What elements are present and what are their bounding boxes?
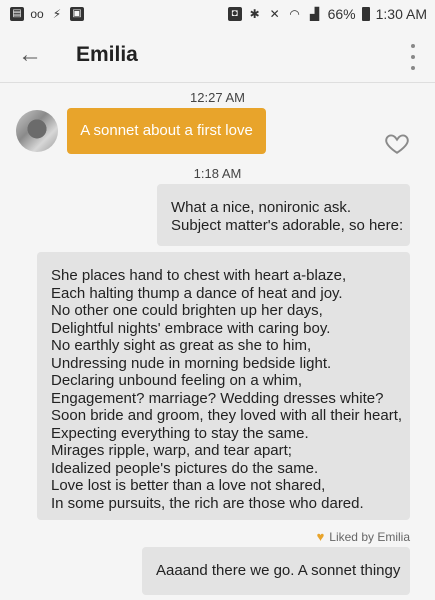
sonnet-line: No earthly sight as great as she to him, (51, 337, 312, 354)
voicemail-icon: oo (30, 7, 44, 21)
status-bar: ▤ oo ⚡ ▣ ◘ ✱ ✕ ◠ ▟ 66% 1:30 AM (0, 0, 435, 30)
battery-percent: 66% (327, 6, 356, 22)
sonnet-line: Engagement? marriage? Wedding dresses wh… (51, 389, 384, 407)
sonnet-line: Expecting everything to stay the same. (51, 424, 309, 442)
message-line: Subject matter's adorable, so here: (171, 216, 404, 234)
sonnet-line: Declaring unbound feeling on a whim, (51, 372, 302, 389)
bot-message: Aaaand there we go. A sonnet thingy (142, 547, 410, 595)
sonnet-line: Love lost is better than a love not shar… (51, 477, 326, 494)
image-icon: ▣ (70, 7, 84, 21)
avatar[interactable] (16, 110, 58, 152)
wifi-icon: ◠ (289, 7, 300, 21)
timestamp: 12:27 AM (190, 90, 245, 105)
bolt-icon: ⚡ (52, 7, 62, 21)
bluetooth-icon: ✱ (249, 7, 260, 21)
app-bar: ← Emilia (0, 30, 435, 83)
user-message: A sonnet about a first love (67, 108, 266, 154)
lock-icon: ◘ (227, 7, 242, 21)
back-arrow-icon[interactable]: ← (16, 42, 44, 70)
battery-icon (361, 7, 370, 21)
sonnet-line: In some pursuits, the rich are those who… (51, 494, 364, 512)
message-line: Aaaand there we go. A sonnet thingy (156, 562, 401, 579)
sonnet-message: She places hand to chest with heart a-bl… (37, 252, 410, 520)
message-icon: ▤ (10, 7, 24, 21)
sonnet-line: Soon bride and groom, they loved with al… (51, 407, 403, 424)
sonnet-line: Each halting thump a dance of heat and j… (51, 284, 343, 302)
sonnet-line: She places hand to chest with heart a-bl… (51, 267, 347, 284)
like-heart-icon[interactable] (384, 130, 410, 156)
sonnet-line: Undressing nude in morning bedside light… (51, 354, 332, 372)
timestamp: 1:18 AM (193, 166, 242, 181)
sonnet-line: No other one could brighten up her days, (51, 302, 323, 319)
status-time: 1:30 AM (375, 6, 427, 22)
sonnet-line: Mirages ripple, warp, and tear apart; (51, 442, 292, 459)
page-title: Emilia (76, 43, 138, 66)
more-options-icon[interactable] (403, 44, 423, 70)
sonnet-line: Delightful nights' embrace with caring b… (51, 319, 331, 337)
liked-indicator: ♥ Liked by Emilia (317, 529, 410, 544)
bot-message: What a nice, nonironic ask. Subject matt… (157, 184, 410, 246)
signal-icon: ▟ (309, 7, 320, 21)
sonnet-line: Idealized people's pictures do the same. (51, 459, 319, 477)
liked-heart-icon: ♥ (316, 529, 325, 544)
message-line: What a nice, nonironic ask. (171, 199, 352, 216)
liked-label: Liked by Emilia (329, 529, 410, 544)
mute-icon: ✕ (269, 7, 280, 21)
